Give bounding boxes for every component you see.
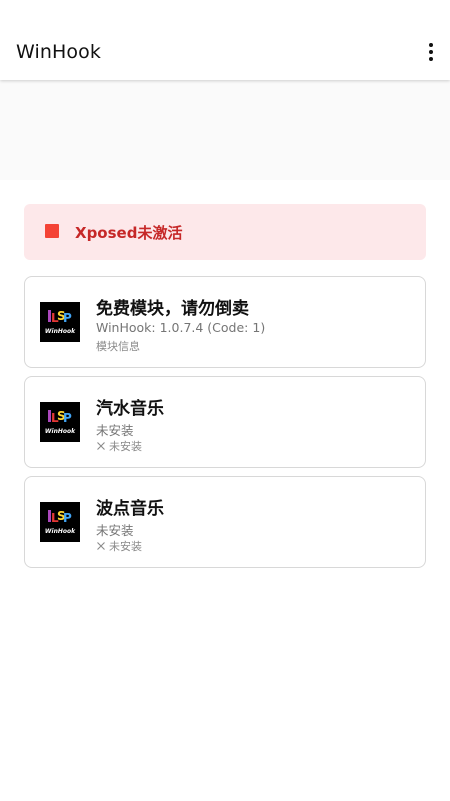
- more-vert-icon-dot: [429, 50, 433, 54]
- lsp-logo-icon: L S P WinHook: [40, 302, 80, 342]
- lsp-logo-caption: WinHook: [45, 328, 76, 335]
- lsp-logo-icon: L S P WinHook: [40, 402, 80, 442]
- module-install-state: 未安装: [96, 423, 134, 438]
- module-title: 波点音乐: [96, 499, 164, 519]
- module-status-text: 模块信息: [96, 340, 140, 353]
- header-area: [0, 80, 450, 180]
- svg-text:P: P: [63, 411, 72, 425]
- lsp-logo-icon: L S P WinHook: [40, 502, 80, 542]
- more-options-button[interactable]: [422, 38, 440, 66]
- svg-text:P: P: [63, 311, 72, 325]
- svg-text:P: P: [63, 511, 72, 525]
- lsp-logo-caption: WinHook: [45, 528, 76, 535]
- close-icon: [96, 441, 106, 451]
- module-status: 未安装: [96, 538, 142, 554]
- module-version: WinHook: 1.0.7.4 (Code: 1): [96, 320, 266, 335]
- xposed-status-banner[interactable]: Xposed未激活: [24, 204, 426, 260]
- module-title: 汽水音乐: [96, 399, 164, 419]
- app-bar: WinHook: [0, 0, 450, 80]
- app-title: WinHook: [16, 41, 101, 63]
- module-status: 模块信息: [96, 338, 140, 354]
- more-vert-icon-dot: [429, 57, 433, 61]
- close-icon: [96, 541, 106, 551]
- module-card-info[interactable]: L S P WinHook 免费模块，请勿倒卖 WinHook: 1.0.7.4…: [24, 276, 426, 368]
- lsp-logo-caption: WinHook: [45, 428, 76, 435]
- app-screen: WinHook Xposed未激活 L S P WinHook 免费模块，请勿倒…: [0, 0, 450, 801]
- more-vert-icon: [429, 43, 433, 47]
- module-card-bodian-music[interactable]: L S P WinHook 波点音乐 未安装 未安装: [24, 476, 426, 568]
- xposed-status-text: Xposed未激活: [75, 224, 183, 242]
- module-status-text: 未安装: [109, 540, 142, 553]
- status-indicator-icon: [45, 224, 59, 238]
- module-status-text: 未安装: [109, 440, 142, 453]
- module-install-state: 未安装: [96, 523, 134, 538]
- module-card-qishui-music[interactable]: L S P WinHook 汽水音乐 未安装 未安装: [24, 376, 426, 468]
- module-title: 免费模块，请勿倒卖: [96, 299, 249, 319]
- module-status: 未安装: [96, 438, 142, 454]
